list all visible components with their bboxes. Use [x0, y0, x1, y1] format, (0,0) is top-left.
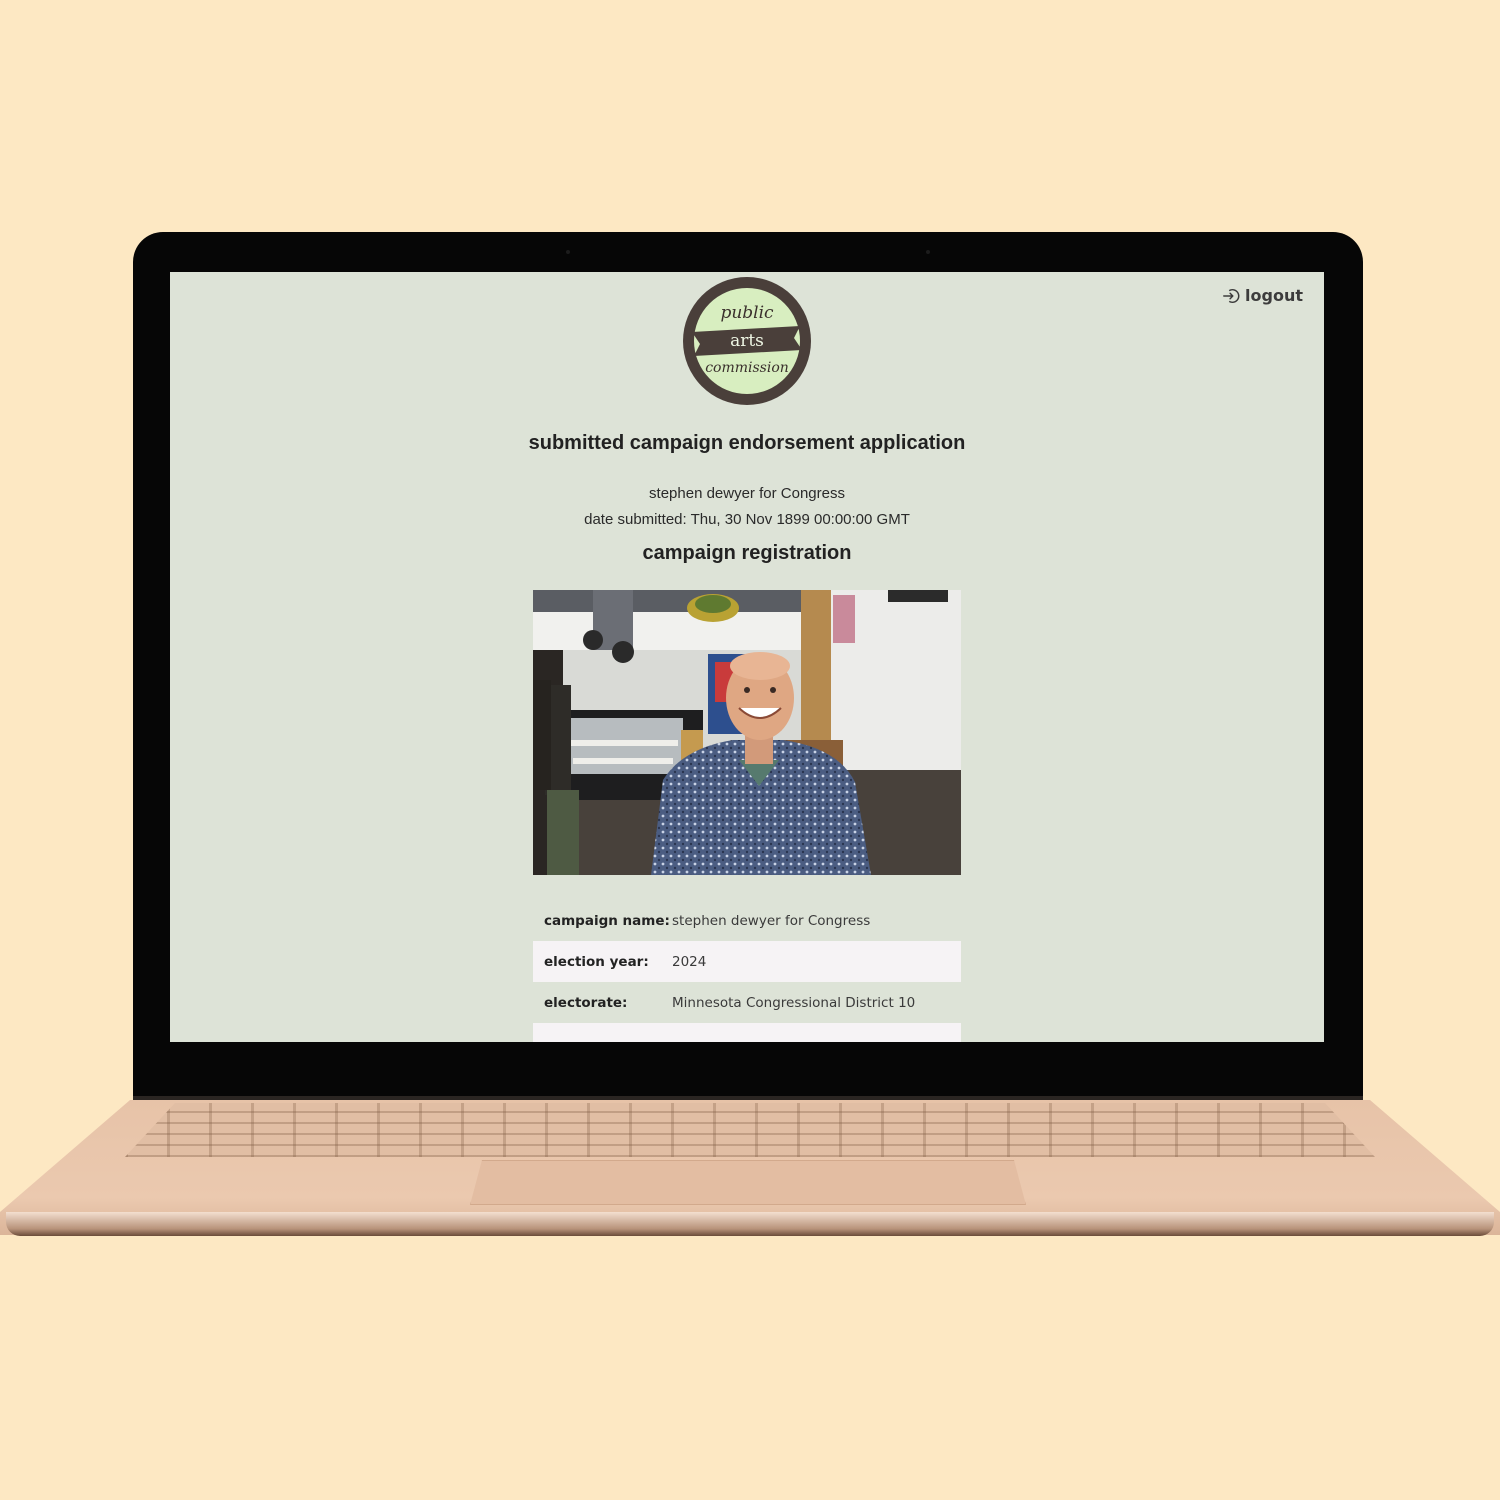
- browser-screen: logout public arts commission submitted …: [170, 272, 1324, 1042]
- table-row: electorate: Minnesota Congressional Dist…: [533, 982, 961, 1023]
- page-title: submitted campaign endorsement applicati…: [528, 432, 966, 454]
- keyboard: [125, 1103, 1375, 1157]
- campaign-details-table: campaign name: stephen dewyer for Congre…: [533, 900, 961, 1042]
- table-row: [533, 1023, 961, 1042]
- laptop-mockup: logout public arts commission submitted …: [0, 0, 1500, 1500]
- row-value: 2024: [672, 953, 707, 970]
- logo-word-arts: arts: [730, 331, 764, 351]
- laptop-deck-edge: [6, 1212, 1494, 1236]
- row-label: campaign name:: [544, 912, 670, 929]
- date-submitted: date submitted: Thu, 30 Nov 1899 00:00:0…: [584, 511, 910, 528]
- candidate-photo: [533, 590, 961, 875]
- section-heading: campaign registration: [642, 542, 852, 564]
- logout-label: logout: [1245, 286, 1303, 305]
- logo-word-public: public: [720, 303, 774, 323]
- camera-dot-left: [566, 250, 570, 254]
- row-value: stephen dewyer for Congress: [672, 912, 871, 929]
- table-row: election year: 2024: [533, 941, 961, 982]
- public-arts-commission-logo[interactable]: public arts commission: [682, 276, 812, 406]
- campaign-title: stephen dewyer for Congress: [649, 485, 845, 502]
- logo-word-commission: commission: [705, 360, 789, 376]
- row-value: Minnesota Congressional District 10: [672, 994, 916, 1011]
- table-row: campaign name: stephen dewyer for Congre…: [533, 900, 961, 941]
- touchpad: [470, 1160, 1026, 1205]
- logout-button[interactable]: logout: [1222, 286, 1303, 305]
- row-label: electorate:: [544, 994, 628, 1011]
- camera-dot-right: [926, 250, 930, 254]
- row-label: election year:: [544, 953, 649, 970]
- logout-icon: [1223, 288, 1240, 303]
